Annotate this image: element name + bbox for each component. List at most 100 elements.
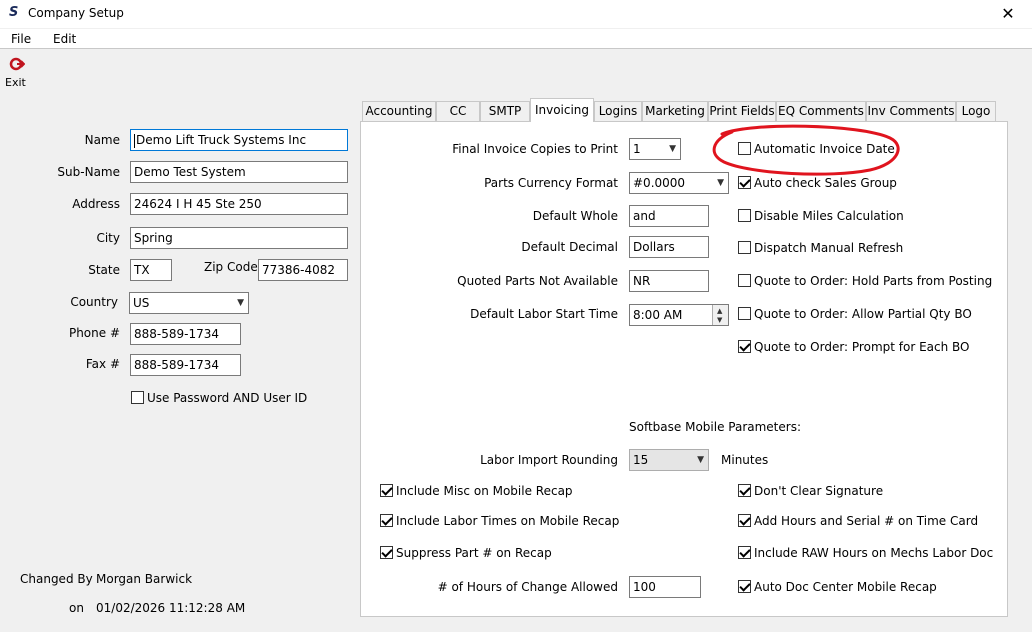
tab-smtp[interactable]: SMTP <box>480 101 530 121</box>
app-logo-icon: S <box>9 5 19 20</box>
mobile-heading: Softbase Mobile Parameters: <box>629 420 802 434</box>
chevron-down-icon: ▼ <box>717 178 724 188</box>
zip-input[interactable]: 77386-4082 <box>258 259 348 281</box>
include-labor-times-label: Include Labor Times on Mobile Recap <box>396 514 620 528</box>
country-label: Country <box>70 295 118 309</box>
close-button[interactable]: ✕ <box>998 4 1018 24</box>
quoted-na-input[interactable]: NR <box>629 270 709 292</box>
hold-parts-label: Quote to Order: Hold Parts from Posting <box>754 274 993 288</box>
final-copies-select[interactable]: 1 ▼ <box>629 138 681 160</box>
parts-currency-label: Parts Currency Format <box>484 176 618 190</box>
default-decimal-label: Default Decimal <box>521 240 618 254</box>
suppress-part-checkbox[interactable] <box>380 546 393 559</box>
state-input[interactable]: TX <box>130 259 172 281</box>
tab-inv-comments[interactable]: Inv Comments <box>866 101 956 121</box>
menu-edit[interactable]: Edit <box>53 32 76 46</box>
text-caret <box>134 133 135 148</box>
menu-file[interactable]: File <box>11 32 31 46</box>
tab-print-fields[interactable]: Print Fields <box>708 101 776 121</box>
window-title: Company Setup <box>28 6 124 20</box>
labor-start-label: Default Labor Start Time <box>470 307 618 321</box>
include-misc-label: Include Misc on Mobile Recap <box>396 484 573 498</box>
chevron-down-icon: ▼ <box>237 298 244 308</box>
final-copies-value: 1 <box>633 142 641 156</box>
tab-accounting[interactable]: Accounting <box>362 101 436 121</box>
auto-check-sales-group-checkbox[interactable] <box>738 176 751 189</box>
labor-rounding-select[interactable]: 15 ▼ <box>629 449 709 471</box>
parts-currency-select[interactable]: #0.0000 ▼ <box>629 172 729 194</box>
name-value: Demo Lift Truck Systems Inc <box>136 133 307 147</box>
quoted-na-label: Quoted Parts Not Available <box>457 274 618 288</box>
include-misc-checkbox[interactable] <box>380 484 393 497</box>
labor-start-input[interactable]: 8:00 AM ▲ ▼ <box>629 304 729 326</box>
subname-input[interactable]: Demo Test System <box>130 161 348 183</box>
zip-label: Zip Code <box>204 260 258 274</box>
changed-by-label: Changed By <box>20 572 93 586</box>
prompt-each-bo-label: Quote to Order: Prompt for Each BO <box>754 340 970 354</box>
auto-doc-center-checkbox[interactable] <box>738 580 751 593</box>
menu-bar <box>0 29 1032 49</box>
country-select[interactable]: US ▼ <box>129 292 249 314</box>
changed-on-label: on <box>69 601 84 615</box>
chevron-down-icon: ▼ <box>697 455 704 465</box>
hours-change-input[interactable]: 100 <box>629 576 701 598</box>
city-label: City <box>96 231 120 245</box>
dont-clear-signature-label: Don't Clear Signature <box>754 484 884 498</box>
use-password-label: Use Password AND User ID <box>147 391 308 405</box>
dispatch-refresh-label: Dispatch Manual Refresh <box>754 241 904 255</box>
tab-logo[interactable]: Logo <box>956 101 996 121</box>
spin-up-icon: ▲ <box>717 307 723 315</box>
invoicing-panel: Final Invoice Copies to Print 1 ▼ Parts … <box>360 121 1008 617</box>
include-raw-hours-label: Include RAW Hours on Mechs Labor Doc <box>754 546 994 560</box>
auto-invoice-date-checkbox[interactable] <box>738 142 751 155</box>
exit-label: Exit <box>5 76 26 89</box>
parts-currency-value: #0.0000 <box>633 176 686 190</box>
labor-rounding-value: 15 <box>633 453 649 467</box>
auto-invoice-date-label: Automatic Invoice Date <box>754 142 895 156</box>
labor-start-value: 8:00 AM <box>633 308 683 322</box>
phone-input[interactable]: 888-589-1734 <box>130 323 241 345</box>
state-label: State <box>88 263 120 277</box>
dont-clear-signature-checkbox[interactable] <box>738 484 751 497</box>
city-input[interactable]: Spring <box>130 227 348 249</box>
use-password-checkbox[interactable] <box>131 391 144 404</box>
hold-parts-checkbox[interactable] <box>738 274 751 287</box>
final-copies-label: Final Invoice Copies to Print <box>452 142 618 156</box>
country-value: US <box>133 296 150 310</box>
changed-by-value: Morgan Barwick <box>96 572 193 586</box>
add-hours-serial-checkbox[interactable] <box>738 514 751 527</box>
tab-invoicing[interactable]: Invoicing <box>530 98 594 122</box>
tab-logins[interactable]: Logins <box>594 101 642 121</box>
dispatch-refresh-checkbox[interactable] <box>738 241 751 254</box>
partial-qty-bo-label: Quote to Order: Allow Partial Qty BO <box>754 307 972 321</box>
prompt-each-bo-checkbox[interactable] <box>738 340 751 353</box>
default-decimal-input[interactable]: Dollars <box>629 236 709 258</box>
partial-qty-bo-checkbox[interactable] <box>738 307 751 320</box>
exit-button[interactable]: Exit <box>5 56 29 92</box>
tab-marketing[interactable]: Marketing <box>642 101 708 121</box>
disable-miles-label: Disable Miles Calculation <box>754 209 904 223</box>
name-label: Name <box>84 133 120 147</box>
title-bar <box>0 0 1032 28</box>
tab-cc[interactable]: CC <box>436 101 480 121</box>
chevron-down-icon: ▼ <box>669 144 676 154</box>
disable-miles-checkbox[interactable] <box>738 209 751 222</box>
default-whole-label: Default Whole <box>532 209 618 223</box>
suppress-part-label: Suppress Part # on Recap <box>396 546 552 560</box>
fax-label: Fax # <box>85 357 120 371</box>
labor-rounding-label: Labor Import Rounding <box>480 453 618 467</box>
tab-eq-comments[interactable]: EQ Comments <box>776 101 866 121</box>
name-input[interactable]: Demo Lift Truck Systems Inc <box>130 129 348 151</box>
hours-change-label: # of Hours of Change Allowed <box>437 580 618 594</box>
time-spinner[interactable]: ▲ ▼ <box>712 305 728 325</box>
labor-rounding-unit: Minutes <box>721 453 769 467</box>
auto-doc-center-label: Auto Doc Center Mobile Recap <box>754 580 937 594</box>
include-raw-hours-checkbox[interactable] <box>738 546 751 559</box>
address-input[interactable]: 24624 I H 45 Ste 250 <box>130 193 348 215</box>
spin-down-icon: ▼ <box>717 316 723 324</box>
fax-input[interactable]: 888-589-1734 <box>130 354 241 376</box>
default-whole-input[interactable]: and <box>629 205 709 227</box>
subname-label: Sub-Name <box>57 165 120 179</box>
include-labor-times-checkbox[interactable] <box>380 514 393 527</box>
auto-check-sales-group-label: Auto check Sales Group <box>754 176 897 190</box>
